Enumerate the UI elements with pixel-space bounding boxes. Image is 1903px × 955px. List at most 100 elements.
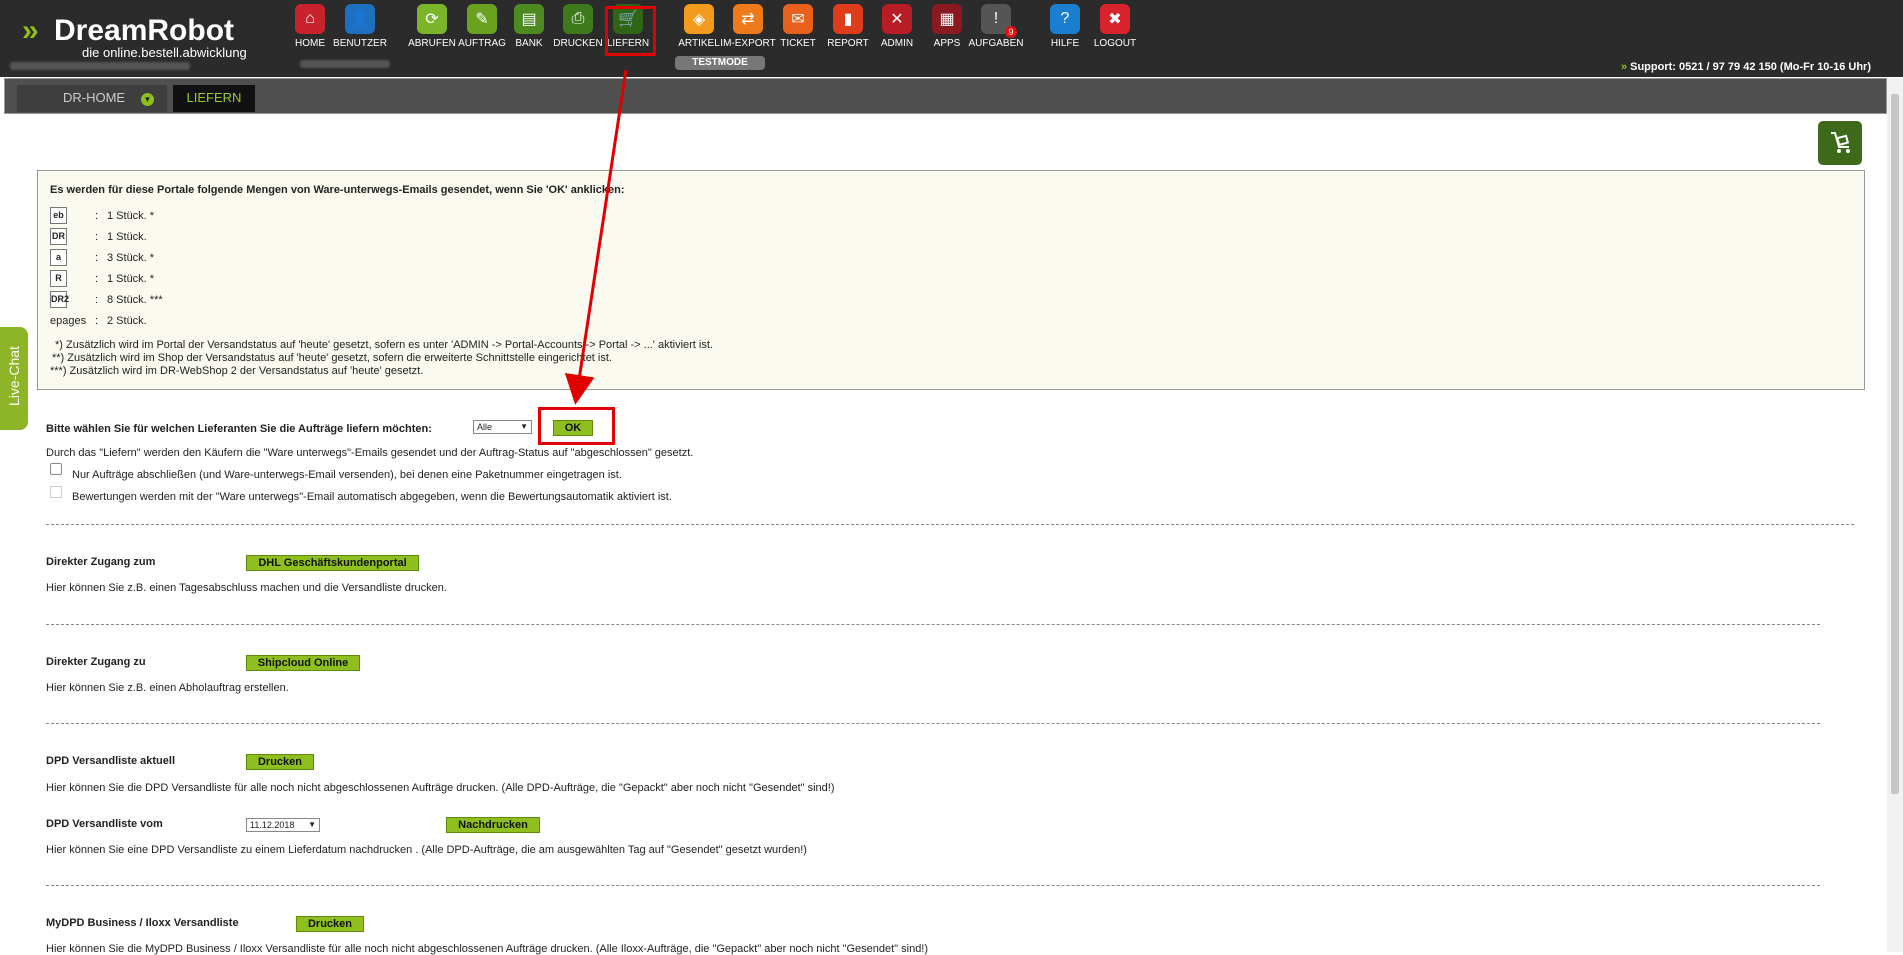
nav-home[interactable]: ⌂ HOME bbox=[282, 4, 338, 49]
supplier-select[interactable]: Alle ▼ bbox=[473, 420, 532, 434]
nav-label: AUFGABEN bbox=[968, 38, 1024, 49]
nav-apps[interactable]: ▦ APPS bbox=[919, 4, 975, 49]
mail-icon: ✉ bbox=[783, 4, 813, 34]
supplier-description: Durch das "Liefern" werden den Käufern d… bbox=[46, 447, 694, 459]
nav-label: TICKET bbox=[780, 38, 816, 49]
download-icon: ⟳ bbox=[417, 4, 447, 34]
dpd-reprint-description: Hier können Sie eine DPD Versandliste zu… bbox=[46, 844, 807, 856]
user-icon: 👤 bbox=[345, 4, 375, 34]
scrollbar-thumb[interactable] bbox=[1891, 94, 1899, 794]
tab-dr-home-label: DR-HOME bbox=[63, 90, 126, 105]
dhl-label: Direkter Zugang zum bbox=[46, 556, 156, 568]
summary-heading: Es werden für diese Portale folgende Men… bbox=[50, 184, 625, 196]
shipcloud-button[interactable]: Shipcloud Online bbox=[246, 655, 360, 671]
nav-label: ARTIKEL bbox=[678, 38, 720, 49]
separator-colon: : bbox=[95, 231, 99, 243]
rakuten-icon: R bbox=[50, 270, 67, 287]
select-arrow-icon: ▼ bbox=[520, 422, 528, 431]
mydpd-print-button[interactable]: Drucken bbox=[296, 916, 364, 932]
grid-icon: ▦ bbox=[932, 4, 962, 34]
footnote-2: **) Zusätzlich wird im Shop der Versands… bbox=[52, 352, 612, 364]
separator-colon: : bbox=[95, 252, 99, 264]
logout-icon: ✖ bbox=[1100, 4, 1130, 34]
live-chat-label: Live-Chat bbox=[6, 346, 22, 406]
portal-name: epages bbox=[50, 315, 87, 327]
dhl-description: Hier können Sie z.B. einen Tagesabschlus… bbox=[46, 582, 447, 594]
nav-im-export[interactable]: ⇄ IM-EXPORT bbox=[720, 4, 776, 49]
dpd-date-label: DPD Versandliste vom bbox=[46, 818, 163, 830]
nav-label: IM-EXPORT bbox=[720, 38, 776, 49]
nav-aufgaben[interactable]: ! 9 AUFGABEN bbox=[968, 4, 1024, 49]
nav-drucken[interactable]: ⎙ DRUCKEN bbox=[550, 4, 606, 49]
shipcloud-label: Direkter Zugang zu bbox=[46, 656, 146, 668]
nav-label: ABRUFEN bbox=[408, 38, 456, 49]
liefern-highlight bbox=[605, 6, 656, 56]
dhl-portal-button[interactable]: DHL Geschäftskundenportal bbox=[246, 555, 419, 571]
ebay-icon: eb bbox=[50, 207, 67, 224]
divider bbox=[46, 524, 1854, 525]
liefern-page-icon bbox=[1818, 121, 1862, 165]
nav-label: HOME bbox=[295, 38, 325, 49]
mydpd-description: Hier können Sie die MyDPD Business / Ilo… bbox=[46, 943, 929, 955]
footnote-1: *) Zusätzlich wird im Portal der Versand… bbox=[55, 339, 713, 351]
task-count-badge: 9 bbox=[1005, 26, 1017, 38]
dreamrobot-icon: DR bbox=[50, 228, 67, 245]
bank-icon: ▤ bbox=[514, 4, 544, 34]
top-navigation-bar: » DreamRobot die online.bestell.abwicklu… bbox=[0, 0, 1903, 77]
nav-label: DRUCKEN bbox=[553, 38, 603, 49]
nav-benutzer[interactable]: 👤 BENUTZER bbox=[332, 4, 388, 49]
tab-dr-home[interactable]: DR-HOME ▼ bbox=[17, 85, 167, 112]
portal-count: 3 Stück. * bbox=[107, 252, 155, 264]
nav-label: LOGOUT bbox=[1093, 38, 1137, 49]
home-icon: ⌂ bbox=[295, 4, 325, 34]
divider bbox=[46, 885, 1820, 886]
dpd-reprint-button[interactable]: Nachdrucken bbox=[446, 817, 540, 833]
chart-icon: ▮ bbox=[833, 4, 863, 34]
live-chat-tab[interactable]: Live-Chat bbox=[0, 327, 28, 430]
logo-tagline: die online.bestell.abwicklung bbox=[82, 45, 247, 60]
ok-button-highlight bbox=[538, 407, 615, 445]
logo-arrows-icon: » bbox=[22, 14, 39, 47]
printer-icon: ⎙ bbox=[563, 4, 593, 34]
portal-count: 1 Stück. * bbox=[107, 210, 155, 222]
nav-hilfe[interactable]: ? HILFE bbox=[1037, 4, 1093, 49]
nav-artikel[interactable]: ◈ ARTIKEL bbox=[671, 4, 727, 49]
nav-abrufen[interactable]: ⟳ ABRUFEN bbox=[404, 4, 460, 49]
box-icon: ◈ bbox=[684, 4, 714, 34]
portal-count: 1 Stück. bbox=[107, 231, 147, 243]
supplier-select-value: Alle bbox=[477, 422, 493, 432]
tab-bar: DR-HOME ▼ LIEFERN bbox=[4, 78, 1887, 114]
footnote-3: ***) Zusätzlich wird im DR-WebShop 2 der… bbox=[50, 365, 424, 377]
tab-liefern[interactable]: LIEFERN bbox=[173, 85, 255, 112]
dpd-print-button[interactable]: Drucken bbox=[246, 754, 314, 770]
rating-checkbox bbox=[50, 486, 62, 498]
account-info-blurred bbox=[10, 62, 190, 70]
account-id-blurred bbox=[300, 60, 390, 68]
portal-count: 2 Stück. bbox=[107, 315, 147, 327]
tasks-icon: ! 9 bbox=[981, 4, 1017, 38]
nav-bank[interactable]: ▤ BANK bbox=[501, 4, 557, 49]
support-arrow-icon: » bbox=[1620, 61, 1631, 73]
nav-ticket[interactable]: ✉ TICKET bbox=[770, 4, 826, 49]
nav-label: HILFE bbox=[1050, 38, 1080, 49]
nav-report[interactable]: ▮ REPORT bbox=[820, 4, 876, 49]
chevron-down-icon[interactable]: ▼ bbox=[141, 93, 154, 106]
nav-logout[interactable]: ✖ LOGOUT bbox=[1087, 4, 1143, 49]
help-icon: ? bbox=[1050, 4, 1080, 34]
dpd-list-description: Hier können Sie die DPD Versandliste für… bbox=[46, 782, 835, 794]
support-text: Support: 0521 / 97 79 42 150 (Mo-Fr 10-1… bbox=[1630, 61, 1871, 73]
supplier-label: Bitte wählen Sie für welchen Lieferanten… bbox=[46, 423, 432, 435]
select-arrow-icon: ▼ bbox=[308, 820, 316, 829]
dr2-icon: DR2 bbox=[50, 291, 69, 308]
package-number-checkbox[interactable] bbox=[50, 463, 62, 475]
dpd-date-select[interactable]: 11.12.2018 ▼ bbox=[246, 818, 320, 832]
nav-admin[interactable]: ✕ ADMIN bbox=[869, 4, 925, 49]
testmode-badge: TESTMODE bbox=[675, 56, 765, 70]
amazon-icon: a bbox=[50, 249, 67, 266]
nav-label: ADMIN bbox=[880, 38, 914, 49]
nav-label: BANK bbox=[515, 38, 543, 49]
tools-icon: ✕ bbox=[882, 4, 912, 34]
nav-label: BENUTZER bbox=[333, 38, 387, 49]
logo-brand: DreamRobot bbox=[54, 14, 235, 47]
separator-colon: : bbox=[95, 294, 99, 306]
